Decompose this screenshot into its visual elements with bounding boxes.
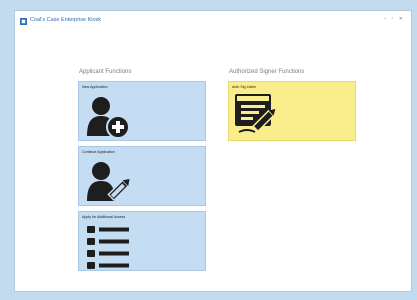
- authorized-signer-heading: Authorized Signer Functions: [229, 69, 305, 75]
- sign-document-icon: [235, 94, 276, 133]
- tile-new-application[interactable]: New Application: [78, 81, 206, 141]
- window-controls[interactable]: – ▫ ✕: [383, 16, 405, 22]
- title-bar: Coal's Case Enterprise Kiosk – ▫ ✕: [15, 11, 411, 33]
- tile-continue-application[interactable]: Continue Application: [78, 146, 206, 206]
- app-icon: [20, 18, 27, 25]
- tile-label: Auth Sig Listen: [232, 85, 257, 89]
- list-icon: [87, 226, 129, 269]
- kiosk-window: Coal's Case Enterprise Kiosk – ▫ ✕ Appli…: [14, 10, 412, 292]
- tile-apply-additional-access[interactable]: Apply for Additional Access: [78, 211, 206, 271]
- applicant-functions-heading: Applicant Functions: [79, 69, 132, 75]
- tile-label: Apply for Additional Access: [82, 215, 126, 219]
- person-add-icon: [87, 97, 130, 139]
- tile-label: New Application: [82, 85, 108, 89]
- tile-auth-sig-listen[interactable]: Auth Sig Listen: [228, 81, 356, 141]
- window-title: Coal's Case Enterprise Kiosk: [30, 17, 102, 23]
- person-edit-icon: [87, 162, 130, 202]
- tile-label: Continue Application: [82, 150, 115, 154]
